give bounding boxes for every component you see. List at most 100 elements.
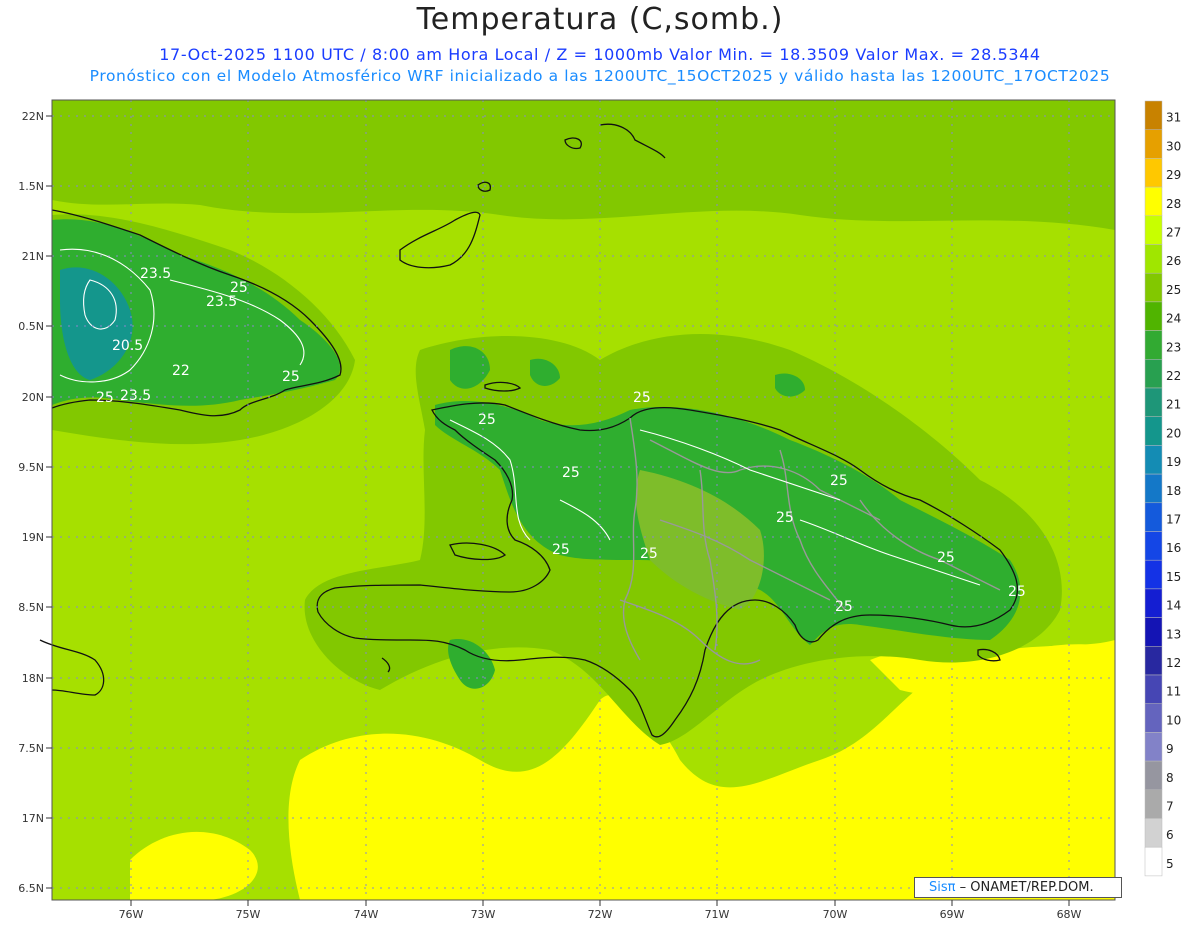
lon-label: 68W <box>1057 908 1082 921</box>
credit-text: – ONAMET/REP.DOM. <box>959 880 1094 895</box>
colorbar-swatch <box>1144 674 1163 704</box>
colorbar-swatch <box>1144 359 1163 389</box>
colorbar-label: 16 <box>1166 541 1181 555</box>
colorbar-label: 18 <box>1166 484 1181 498</box>
colorbar-label: 7 <box>1166 800 1174 814</box>
temperature-map: 22N 1.5N 21N 0.5N 20N 9.5N 19N 8.5N 18N … <box>18 99 1181 921</box>
colorbar-swatch <box>1144 588 1163 618</box>
contour-label: 22 <box>172 363 190 379</box>
lat-label: 20N <box>22 391 44 404</box>
colorbar-label: 19 <box>1166 455 1181 469</box>
colorbar-swatch <box>1144 416 1163 446</box>
map-plot-area <box>39 100 1115 900</box>
colorbar-swatch <box>1144 445 1163 475</box>
lon-label: 73W <box>471 908 496 921</box>
lon-label: 70W <box>823 908 848 921</box>
colorbar-label: 9 <box>1166 742 1174 756</box>
lat-label: 7.5N <box>18 742 44 755</box>
lon-label: 72W <box>588 908 613 921</box>
colorbar-swatch <box>1144 531 1163 561</box>
lat-label: 1.5N <box>18 180 44 193</box>
sispi-logo-text: Sisπ <box>929 880 956 895</box>
colorbar-swatch <box>1144 244 1163 274</box>
contour-label: 25 <box>1008 584 1026 600</box>
colorbar-swatch <box>1144 502 1163 532</box>
lat-label: 9.5N <box>18 461 44 474</box>
colorbar-label: 31 <box>1166 111 1181 125</box>
lon-label: 76W <box>119 908 144 921</box>
colorbar-swatch <box>1144 330 1163 360</box>
contour-label: 23.5 <box>120 388 151 404</box>
colorbar-label: 29 <box>1166 168 1181 182</box>
lon-label: 75W <box>236 908 261 921</box>
colorbar-label: 27 <box>1166 226 1181 240</box>
colorbar-swatch <box>1144 158 1163 188</box>
contour-label: 25 <box>96 390 114 406</box>
colorbar-label: 13 <box>1166 627 1181 641</box>
colorbar-label: 20 <box>1166 426 1181 440</box>
contour-label: 25 <box>633 390 651 406</box>
colorbar-swatch <box>1144 846 1163 877</box>
contour-label: 25 <box>776 510 794 526</box>
lat-label: 19N <box>22 531 44 544</box>
colorbar-label: 14 <box>1166 599 1181 613</box>
colorbar-label: 26 <box>1166 254 1181 268</box>
colorbar-swatch <box>1144 617 1163 647</box>
colorbar-swatch <box>1144 789 1163 819</box>
contour-label: 25 <box>937 550 955 566</box>
contour-label: 20.5 <box>112 338 143 354</box>
lon-label: 74W <box>354 908 379 921</box>
contour-label: 23.5 <box>140 266 171 282</box>
contour-label: 25 <box>552 542 570 558</box>
colorbar-label: 6 <box>1166 828 1174 842</box>
colorbar-swatch <box>1144 272 1163 303</box>
credit-box: Sisπ – ONAMET/REP.DOM. <box>914 877 1122 898</box>
colorbar-label: 5 <box>1166 857 1174 871</box>
colorbar-swatch <box>1144 301 1163 331</box>
colorbar-label: 24 <box>1166 312 1181 326</box>
colorbar-swatch <box>1144 703 1163 733</box>
contour-label: 25 <box>282 369 300 385</box>
colorbar-label: 23 <box>1166 340 1181 354</box>
colorbar-swatch <box>1144 387 1163 417</box>
lat-label: 17N <box>22 812 44 825</box>
colorbar-swatch <box>1144 559 1163 590</box>
lat-label: 18N <box>22 672 44 685</box>
contour-label: 25 <box>562 465 580 481</box>
colorbar-swatch <box>1144 215 1163 245</box>
colorbar-label: 15 <box>1166 570 1181 584</box>
colorbar-label: 28 <box>1166 197 1181 211</box>
colorbar-label: 21 <box>1166 398 1181 412</box>
colorbar-swatch <box>1144 129 1163 159</box>
longitude-labels: 76W 75W 74W 73W 72W 71W 70W 69W 68W <box>119 908 1082 921</box>
colorbar-label: 10 <box>1166 713 1181 727</box>
colorbar-label: 11 <box>1166 685 1181 699</box>
contour-label: 23.5 <box>206 294 237 310</box>
contour-label: 25 <box>835 599 853 615</box>
colorbar-label: 8 <box>1166 771 1174 785</box>
lon-label: 69W <box>940 908 965 921</box>
colorbar-label: 12 <box>1166 656 1181 670</box>
lat-label: 22N <box>22 110 44 123</box>
lon-label: 71W <box>705 908 730 921</box>
lat-label: 21N <box>22 250 44 263</box>
colorbar-swatch <box>1144 818 1163 848</box>
colorbar-label: 17 <box>1166 513 1181 527</box>
colorbar-label: 30 <box>1166 139 1181 153</box>
colorbar-swatch <box>1144 646 1163 676</box>
colorbar-swatch <box>1144 760 1163 791</box>
colorbar-swatch <box>1144 186 1163 217</box>
contour-label: 25 <box>478 412 496 428</box>
colorbar-label: 22 <box>1166 369 1181 383</box>
colorbar-label: 25 <box>1166 283 1181 297</box>
lat-label: 6.5N <box>18 882 44 895</box>
colorbar-swatch <box>1144 473 1163 504</box>
latitude-labels: 22N 1.5N 21N 0.5N 20N 9.5N 19N 8.5N 18N … <box>18 110 44 895</box>
colorbar-legend: 31 30 29 28 27 26 25 24 23 22 21 20 19 18 17 16 15 14 13 12… <box>1144 100 1181 877</box>
contour-label: 25 <box>640 546 658 562</box>
colorbar-swatch <box>1144 100 1163 130</box>
lat-label: 8.5N <box>18 601 44 614</box>
lat-label: 0.5N <box>18 320 44 333</box>
colorbar-swatch <box>1144 732 1163 762</box>
contour-label: 25 <box>830 473 848 489</box>
